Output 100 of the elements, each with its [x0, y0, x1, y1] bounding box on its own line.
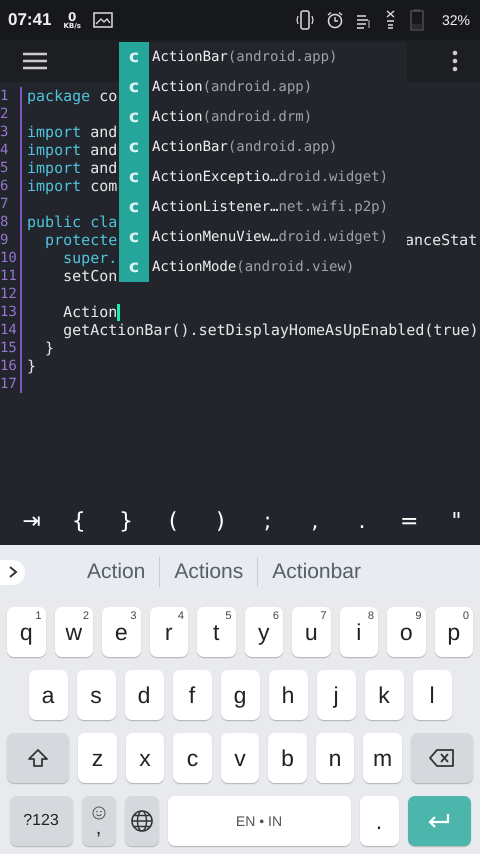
completion-package: (android.app)	[228, 49, 338, 65]
suggestion[interactable]: Actions	[160, 560, 258, 584]
vibrate-icon	[296, 10, 314, 30]
more-icon[interactable]	[452, 50, 458, 72]
code-text: and	[89, 141, 118, 159]
line-number: 5	[0, 160, 10, 176]
comma-key[interactable]: ,	[82, 796, 116, 846]
letter-key[interactable]: s	[76, 670, 116, 720]
completion-package: (android.app)	[228, 139, 338, 155]
code-text: co	[98, 87, 118, 105]
letter-key[interactable]: z	[78, 733, 117, 783]
letter-key[interactable]: g	[220, 670, 260, 720]
line-number: 16	[0, 358, 18, 374]
code-keyword: protecte	[44, 231, 118, 249]
symbol-key[interactable]: {	[55, 508, 102, 534]
completion-item[interactable]: c ActionBar(android.app)	[119, 42, 407, 72]
symbol-key[interactable]: =	[386, 508, 433, 534]
symbol-key[interactable]: ;	[244, 508, 292, 534]
completion-name: ActionBar	[152, 139, 228, 155]
line-number: 7	[0, 196, 10, 212]
space-key[interactable]: EN • IN	[168, 796, 350, 846]
symbol-key[interactable]: .	[338, 508, 386, 534]
completion-package: (android.drm)	[202, 109, 312, 125]
completion-package: (android.view)	[236, 259, 354, 275]
letter-key[interactable]: d	[124, 670, 164, 720]
completion-package: net.wifi.p2p)	[278, 199, 388, 215]
symbol-key[interactable]: "	[432, 508, 480, 534]
symbols-key[interactable]: ?123	[10, 796, 72, 846]
menu-icon[interactable]	[23, 52, 47, 70]
completion-name: Action	[152, 109, 203, 125]
line-number: 9	[0, 232, 10, 248]
line-number: 4	[0, 142, 10, 158]
letter-key[interactable]: x	[126, 733, 164, 783]
code-text: getActionBar().setDisplayHomeAsUpEnabled(true)	[62, 321, 479, 339]
letter-key[interactable]: f	[172, 670, 212, 720]
completion-item[interactable]: c ActionMenuView…droid.widget)	[119, 222, 407, 252]
completion-item[interactable]: c ActionListener…net.wifi.p2p)	[119, 192, 407, 222]
completion-item[interactable]: c Action(android.drm)	[119, 102, 407, 132]
line-number: 8	[0, 214, 10, 230]
code-text: and	[89, 123, 118, 141]
symbol-key[interactable]: )	[196, 508, 244, 534]
globe-icon	[130, 809, 154, 833]
enter-icon	[427, 813, 451, 829]
line-number: 11	[0, 268, 18, 284]
completion-item[interactable]: c ActionExceptio…droid.widget)	[119, 162, 407, 192]
letter-key[interactable]: b	[268, 733, 307, 783]
letter-key[interactable]: a	[28, 670, 68, 720]
completion-item[interactable]: c Action(android.app)	[119, 72, 407, 102]
backspace-key[interactable]	[410, 733, 474, 783]
completion-package: droid.widget)	[278, 169, 388, 185]
code-text: }	[44, 339, 54, 357]
completion-name: ActionExceptio…	[152, 169, 278, 185]
code-keyword: package	[27, 87, 90, 105]
suggestion[interactable]: Actionbar	[258, 560, 375, 584]
suggestion[interactable]: Action	[73, 560, 160, 584]
chevron-icon	[8, 565, 18, 579]
code-keyword: import	[27, 159, 82, 177]
expand-button[interactable]	[0, 560, 25, 584]
line-number: 2	[0, 106, 10, 122]
smiley-icon	[92, 806, 106, 820]
completion-item[interactable]: c ActionMode(android.view)	[119, 252, 407, 282]
symbol-key[interactable]: }	[102, 508, 150, 534]
letter-key[interactable]: m	[363, 733, 402, 783]
completion-name: ActionMenuView…	[152, 229, 278, 245]
letter-key[interactable]: k	[364, 670, 404, 720]
shift-key[interactable]	[7, 733, 70, 783]
battery-level: 32%	[442, 12, 470, 28]
code-keyword: import	[27, 123, 82, 141]
language-key[interactable]	[124, 796, 158, 846]
shift-icon	[27, 748, 50, 768]
code-text: anceStat	[405, 231, 478, 249]
letter-key[interactable]: v	[220, 733, 260, 783]
symbol-key[interactable]: (	[150, 508, 197, 534]
code-text: Action	[62, 303, 118, 321]
line-number: 17	[0, 376, 18, 392]
code-keyword: super.	[62, 249, 118, 267]
letter-key[interactable]: j	[316, 670, 356, 720]
letter-key[interactable]: n	[316, 733, 354, 783]
completion-package: droid.widget)	[278, 229, 388, 245]
line-number: 10	[0, 250, 18, 266]
class-badge: c	[119, 252, 149, 282]
code-keyword: public	[27, 213, 82, 231]
completion-name: ActionMode	[152, 259, 236, 275]
completion-name: ActionListener…	[152, 199, 278, 215]
code-text: }	[27, 357, 36, 375]
completion-package: (android.app)	[202, 79, 312, 95]
letter-key[interactable]: c	[173, 733, 212, 783]
line-number: 14	[0, 322, 18, 338]
letter-key[interactable]: l	[412, 670, 452, 720]
clock: 07:41	[8, 10, 52, 30]
completion-item[interactable]: c ActionBar(android.app)	[119, 132, 407, 162]
class-badge: c	[119, 102, 149, 132]
symbol-key[interactable]: ,	[291, 508, 338, 534]
line-number: 13	[0, 304, 18, 320]
letter-key[interactable]: h	[268, 670, 308, 720]
symbol-key[interactable]: ⇥	[8, 508, 56, 534]
letter-key[interactable]: .	[360, 796, 398, 846]
code-keyword: import	[27, 177, 82, 195]
line-number: 12	[0, 286, 18, 302]
class-badge: c	[119, 162, 149, 192]
